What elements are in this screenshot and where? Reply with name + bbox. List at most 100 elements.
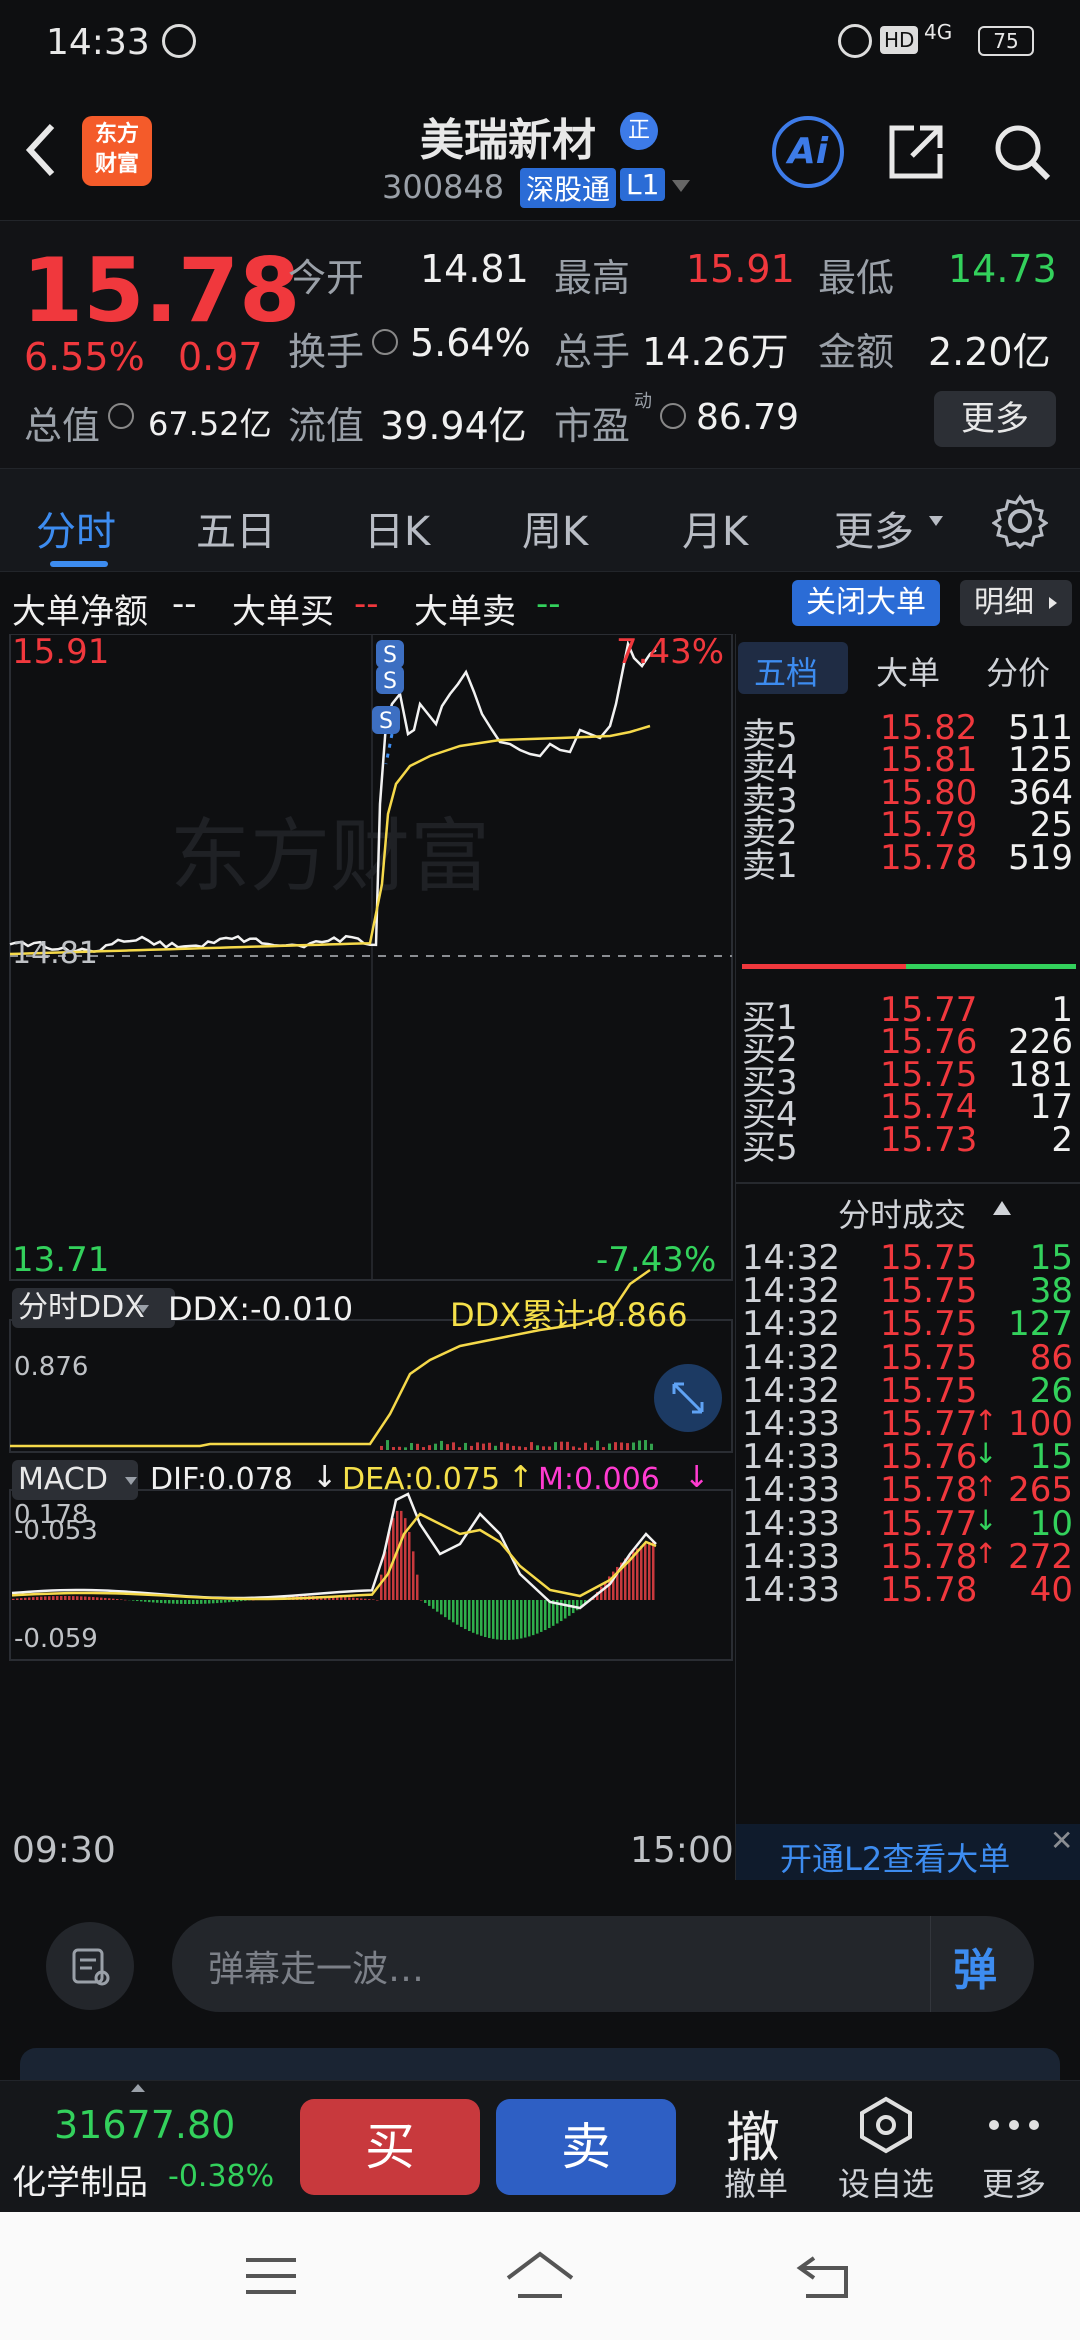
macd-bar	[32, 1597, 35, 1600]
level-tag[interactable]: L1	[620, 168, 665, 201]
macd-bar	[184, 1600, 187, 1604]
quote-panel: 15.78 6.55% 0.97 总值 67.52亿 今开 14.81 最高 1…	[0, 220, 1080, 468]
macd-bar	[156, 1600, 159, 1603]
macd-bar	[520, 1600, 523, 1638]
mid-price-label: 14.81	[12, 936, 98, 971]
market-tag: 深股通	[520, 168, 616, 208]
m-arrow: ↓	[684, 1460, 709, 1495]
period-tabs: 分时 五日 日K 周K 月K 更多	[0, 468, 1080, 572]
signal-connector	[386, 734, 392, 764]
caret-down-icon[interactable]	[136, 1304, 150, 1314]
amount-value: 2.20亿	[928, 321, 1051, 376]
macd-bar	[508, 1600, 511, 1640]
macd-bar	[48, 1596, 51, 1600]
sell-button[interactable]: 卖	[496, 2099, 676, 2195]
ask-row[interactable]: 卖1 15.78 519	[736, 834, 1080, 882]
tab-more[interactable]: 更多	[834, 499, 914, 557]
favorite-label[interactable]: 设自选	[838, 2159, 934, 2205]
macd-bar	[16, 1598, 19, 1600]
level-volume: 2	[1051, 1120, 1073, 1160]
net-label: 大单净额	[12, 584, 148, 633]
tab-big-order[interactable]: 大单	[876, 648, 940, 694]
favorite-icon[interactable]	[856, 2095, 916, 2155]
more-label[interactable]: 更多	[982, 2159, 1046, 2205]
app-logo: 东方 财富	[82, 116, 152, 186]
tab-daily-k[interactable]: 日K	[364, 499, 430, 557]
buy-button[interactable]: 买	[300, 2099, 480, 2195]
ddx-selector[interactable]: 分时DDX	[12, 1288, 175, 1328]
last-price: 15.78	[22, 239, 300, 342]
info-icon[interactable]	[372, 329, 398, 355]
l2-promo-text[interactable]: 开通L2查看大单	[780, 1834, 1010, 1880]
search-icon[interactable]	[990, 120, 1054, 184]
macd-bar	[652, 1541, 655, 1600]
macd-bar	[476, 1600, 479, 1634]
macd-bar	[28, 1597, 31, 1600]
macd-bar	[12, 1599, 15, 1600]
cancel-order-label[interactable]: 撤单	[724, 2159, 788, 2205]
macd-bar	[540, 1600, 543, 1632]
index-value[interactable]: 31677.80	[54, 2103, 235, 2147]
ddx-bar	[638, 1440, 641, 1450]
bigorder-legend: 大单净额 -- 大单买 -- 大单卖 -- 关闭大单 明细	[0, 572, 1080, 634]
macd-bar	[500, 1600, 503, 1640]
ddx-bar	[590, 1447, 593, 1450]
macd-bar	[132, 1600, 135, 1601]
bid-row[interactable]: 买5 15.73 2	[736, 1116, 1080, 1164]
back-nav-icon[interactable]	[796, 2252, 852, 2300]
more-dots-icon[interactable]	[986, 2105, 1042, 2145]
tab-monthly-k[interactable]: 月K	[682, 499, 748, 557]
macd-selector[interactable]: MACD	[12, 1460, 138, 1500]
l2-promo-banner[interactable]: 开通L2查看大单 ✕	[736, 1824, 1080, 1880]
more-button[interactable]: 更多	[934, 391, 1056, 447]
ddx-bar	[536, 1445, 539, 1450]
ddx-bar	[416, 1444, 419, 1450]
notice-banner[interactable]	[20, 2048, 1060, 2080]
macd-bar	[164, 1600, 167, 1603]
open-value: 14.81	[420, 247, 529, 291]
comment-settings-button[interactable]	[46, 1922, 134, 2010]
menu-icon[interactable]	[244, 2256, 298, 2296]
close-bigorder-button[interactable]: 关闭大单	[792, 580, 940, 626]
chart-area: 东方财富 S S S 15.91 7.43% 14.81 13.71 -7.43…	[0, 634, 735, 1880]
chevron-down-icon[interactable]	[670, 178, 692, 194]
send-bullet-button[interactable]: 弹	[930, 1916, 1034, 2012]
pe-sup: 动	[634, 387, 652, 413]
macd-bar	[56, 1596, 59, 1600]
info-icon[interactable]	[108, 403, 134, 429]
caret-up-icon[interactable]	[992, 1200, 1012, 1216]
macd-bar	[516, 1600, 519, 1639]
close-icon[interactable]: ✕	[1050, 1824, 1073, 1857]
index-name[interactable]: 化学制品	[12, 2155, 148, 2204]
ai-icon[interactable]: Ai	[772, 116, 844, 188]
share-icon[interactable]	[884, 120, 948, 184]
bullet-comment-bar: 弹幕走一波… 弹	[0, 1880, 1080, 2080]
ddx-bar	[494, 1446, 497, 1450]
back-icon[interactable]	[22, 120, 62, 180]
ddx-bar	[596, 1441, 599, 1450]
macd-bar	[104, 1598, 107, 1600]
home-icon[interactable]	[504, 2250, 576, 2300]
macd-bar	[152, 1600, 155, 1602]
tab-five-level[interactable]: 五档	[754, 648, 818, 694]
tab-price-dist[interactable]: 分价	[986, 648, 1050, 694]
system-nav-bar	[0, 2212, 1080, 2340]
macd-bar	[420, 1600, 423, 1601]
settings-icon[interactable]	[992, 493, 1048, 549]
caret-down-icon[interactable]	[124, 1476, 138, 1486]
tab-weekly-k[interactable]: 周K	[522, 499, 588, 557]
macd-bar	[124, 1600, 127, 1601]
caret-down-icon[interactable]	[928, 515, 944, 527]
ddx-bar	[434, 1444, 437, 1450]
comment-placeholder[interactable]: 弹幕走一波…	[208, 1940, 424, 1992]
trades-title: 分时成交	[838, 1190, 966, 1236]
index-change[interactable]: -0.38%	[168, 2159, 274, 2194]
macd-bar	[116, 1599, 119, 1600]
macd-bar	[376, 1600, 379, 1601]
ddx-bar	[566, 1442, 569, 1450]
info-icon[interactable]	[660, 403, 686, 429]
tab-intraday[interactable]: 分时	[36, 499, 116, 557]
tab-five-day[interactable]: 五日	[196, 499, 276, 557]
chevron-right-icon[interactable]	[1048, 596, 1058, 610]
comment-input-box[interactable]: 弹幕走一波… 弹	[172, 1916, 1034, 2012]
